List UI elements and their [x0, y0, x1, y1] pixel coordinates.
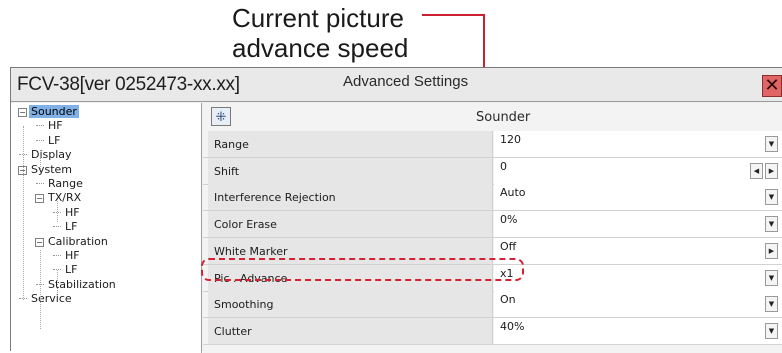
- dialog-title: Advanced Settings: [343, 73, 469, 90]
- tree-item-range[interactable]: Range: [36, 177, 85, 191]
- tree-connector: [53, 226, 61, 228]
- tree-item-label: Sounder: [29, 105, 79, 118]
- setting-name: Range: [208, 131, 493, 157]
- tree-item-sounder[interactable]: − Sounder: [18, 105, 79, 119]
- section-title: Sounder: [476, 110, 531, 125]
- setting-row-color-erase: Color Erase 0% ▼: [203, 211, 782, 239]
- callout-leader-horizontal: [422, 14, 485, 16]
- setting-name: Shift: [208, 157, 493, 184]
- chevron-down-icon[interactable]: ▼: [765, 322, 778, 339]
- setting-name: Clutter: [208, 317, 493, 344]
- tree-item-label: LF: [65, 263, 78, 277]
- callout-line-2: advance speed: [232, 33, 409, 63]
- setting-value-shift[interactable]: 0 ◀ ▶: [494, 157, 782, 184]
- settings-panel: ⁜ Sounder Range 120 ▼ Shift 0 ◀ ▶ Interference …: [203, 103, 782, 353]
- tree-item-label: HF: [48, 119, 63, 133]
- chevron-right-icon[interactable]: ▶: [765, 242, 778, 259]
- setting-value-interference-rejection[interactable]: Auto ▼: [494, 184, 782, 211]
- tree-item-system[interactable]: − System: [18, 163, 74, 177]
- setting-value-text: 0: [500, 159, 507, 173]
- setting-value-text: On: [500, 293, 516, 307]
- tree-item-label: HF: [65, 205, 80, 219]
- collapse-toggle-icon[interactable]: −: [35, 194, 44, 204]
- tree-item-label: Range: [48, 177, 83, 190]
- tree-item-hf[interactable]: HF: [53, 205, 82, 220]
- tree-guide-line: [57, 199, 58, 222]
- tree-connector: [36, 139, 44, 141]
- chevron-down-icon[interactable]: ▼: [765, 189, 778, 206]
- section-header: ⁜ Sounder: [203, 103, 782, 130]
- tree-item-label: LF: [48, 133, 61, 147]
- tree-item-hf[interactable]: HF: [36, 119, 65, 133]
- setting-value-text: 40%: [500, 319, 525, 333]
- tree-item-calibration[interactable]: − Calibration: [35, 235, 110, 249]
- title-bar: FCV-38[ver 0252473-xx.xx] Advanced Setti…: [11, 68, 782, 102]
- tree-item-display[interactable]: Display: [19, 148, 74, 162]
- setting-row-shift: Shift 0 ◀ ▶: [203, 157, 782, 185]
- tree-connector: [36, 125, 44, 127]
- chevron-down-icon[interactable]: ▼: [765, 216, 778, 233]
- setting-value-clutter[interactable]: 40% ▼: [494, 317, 782, 344]
- setting-value-color-erase[interactable]: 0% ▼: [494, 211, 782, 238]
- collapse-icon[interactable]: ⁜: [211, 107, 231, 126]
- setting-value-text: 0%: [500, 213, 518, 227]
- tree-item-tx-rx[interactable]: − TX/RX: [35, 191, 83, 205]
- chevron-down-icon[interactable]: ▼: [765, 136, 778, 152]
- tree-item-lf[interactable]: LF: [53, 220, 79, 234]
- tree-guide-line: [40, 250, 41, 329]
- setting-row-interference-rejection: Interference Rejection Auto ▼: [203, 184, 782, 212]
- callout-label: Current picture advance speed: [232, 3, 442, 63]
- setting-value-range[interactable]: 120 ▼: [494, 131, 782, 157]
- pic-advance-highlight: [201, 258, 524, 281]
- tree-guide-line: [23, 126, 24, 300]
- tree-item-label: HF: [65, 249, 80, 262]
- tree-item-lf[interactable]: LF: [53, 263, 79, 277]
- collapse-toggle-icon[interactable]: −: [35, 237, 44, 247]
- tree-item-service[interactable]: Service: [19, 292, 74, 306]
- chevron-down-icon[interactable]: ▼: [765, 269, 778, 286]
- tree-connector: [36, 183, 44, 184]
- tree-item-label: TX/RX: [48, 191, 82, 205]
- tree-guide-line: [40, 155, 41, 169]
- setting-value-text: Auto: [500, 186, 526, 200]
- close-button[interactable]: ✕: [762, 75, 782, 97]
- tree-guide-line: [57, 270, 58, 293]
- tree-item-label: Service: [31, 292, 72, 306]
- callout-line-1: Current picture: [232, 3, 404, 33]
- chevron-down-icon[interactable]: ▼: [765, 296, 778, 313]
- setting-row-range: Range 120 ▼: [203, 131, 782, 158]
- setting-value-pic-advance[interactable]: x1 ▼: [494, 264, 782, 291]
- window-title: FCV-38[ver 0252473-xx.xx]: [17, 74, 240, 95]
- tree-item-hf[interactable]: HF: [53, 249, 82, 263]
- setting-row-clutter: Clutter 40% ▼: [203, 317, 782, 345]
- tree-item-label: Calibration: [48, 234, 108, 248]
- setting-value-text: Off: [500, 239, 517, 253]
- collapse-toggle-icon[interactable]: −: [18, 108, 27, 117]
- setting-value-white-marker[interactable]: Off ▶: [494, 237, 782, 264]
- tree-item-lf[interactable]: LF: [36, 133, 62, 148]
- tree-item-label: Display: [31, 148, 72, 162]
- setting-value-text: 120: [500, 133, 521, 146]
- setting-name: Interference Rejection: [208, 184, 493, 211]
- step-right-icon[interactable]: ▶: [765, 162, 778, 179]
- settings-tree: − Sounder HF LF Display − System Range − TX/RX HF L…: [11, 103, 202, 353]
- close-icon: ✕: [764, 75, 780, 95]
- tree-item-label: LF: [65, 220, 78, 234]
- tree-item-label: System: [31, 162, 73, 176]
- tree-connector: [53, 255, 61, 256]
- settings-window: FCV-38[ver 0252473-xx.xx] Advanced Setti…: [10, 67, 782, 353]
- step-left-icon[interactable]: ◀: [750, 162, 763, 179]
- setting-value-smoothing[interactable]: On ▼: [494, 291, 782, 318]
- setting-name: Smoothing: [208, 291, 493, 318]
- setting-name: Color Erase: [208, 211, 493, 238]
- setting-row-smoothing: Smoothing On ▼: [203, 291, 782, 319]
